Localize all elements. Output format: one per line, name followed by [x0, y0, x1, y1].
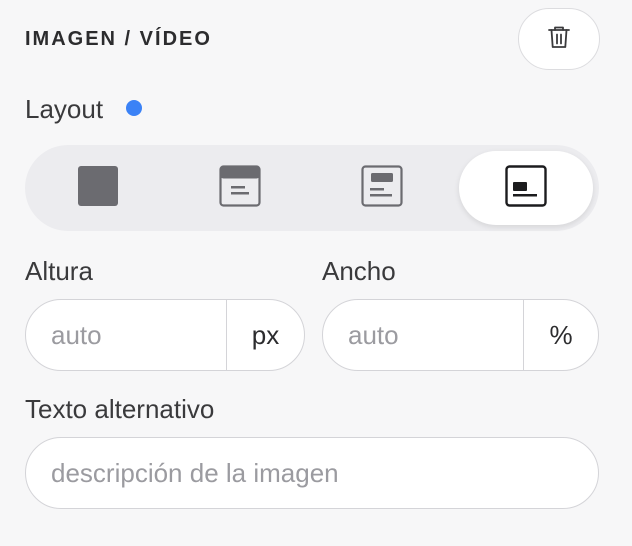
layout-modified-dot: [126, 100, 142, 116]
height-unit-button[interactable]: px: [226, 300, 304, 370]
section-title: IMAGEN / VÍDEO: [25, 28, 212, 50]
layout-label: Layout: [25, 94, 104, 124]
image-video-panel: IMAGEN / VÍDEO Layout Altura auto px Anc…: [0, 0, 632, 546]
layout-option-center-image[interactable]: [315, 151, 449, 225]
alt-text-label: Texto alternativo: [25, 394, 215, 424]
delete-button[interactable]: [518, 8, 600, 70]
width-input[interactable]: [323, 300, 523, 370]
alt-text-input[interactable]: [26, 438, 598, 508]
layout-full-icon: [77, 165, 119, 212]
width-field: %: [322, 299, 599, 371]
layout-option-left-image[interactable]: [459, 151, 593, 225]
width-unit-button[interactable]: %: [523, 300, 598, 370]
height-field: px: [25, 299, 305, 371]
layout-top-image-icon: [219, 164, 261, 212]
layout-selector: [25, 145, 599, 231]
layout-option-full[interactable]: [31, 151, 165, 225]
layout-option-top-image[interactable]: [173, 151, 307, 225]
height-label: Altura: [25, 256, 93, 286]
layout-left-image-icon: [505, 164, 547, 212]
trash-icon: [547, 24, 571, 55]
alt-text-field: [25, 437, 599, 509]
width-label: Ancho: [322, 256, 396, 286]
layout-center-image-icon: [361, 164, 403, 212]
height-input[interactable]: [26, 300, 226, 370]
